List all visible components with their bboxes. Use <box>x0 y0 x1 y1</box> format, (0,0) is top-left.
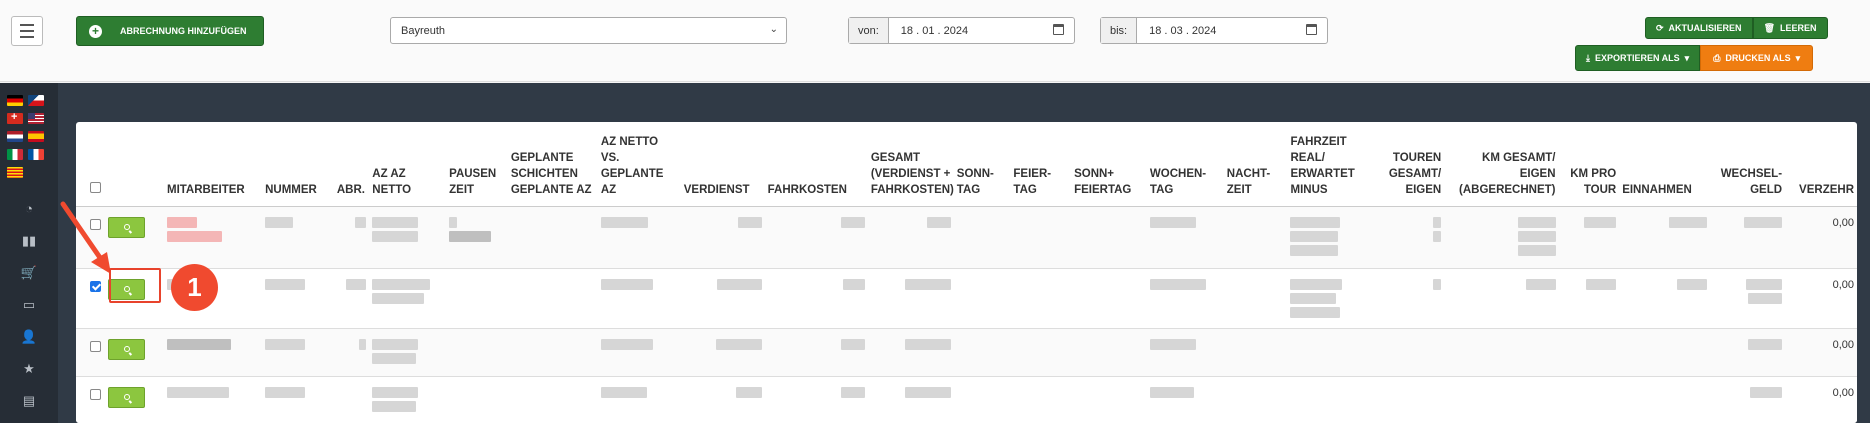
calendar-icon[interactable] <box>1306 24 1317 35</box>
monitor-icon[interactable]: ▭ <box>23 295 35 314</box>
archive-icon[interactable]: ▤ <box>23 391 35 410</box>
billing-table: MITARBEITER NUMMER ABR. AZ AZ NETTO PAUS… <box>76 122 1857 423</box>
col-fahrkosten[interactable]: FAHRKOSTEN <box>764 122 868 207</box>
add-user-icon[interactable]: 👤 <box>21 327 37 346</box>
location-select-value: Bayreuth <box>401 25 446 37</box>
add-billing-button[interactable]: + ABRECHNUNG HINZUFÜGEN <box>76 16 264 46</box>
language-flags <box>7 95 44 178</box>
search-icon <box>123 346 130 352</box>
export-button[interactable]: ⤓ EXPORTIEREN ALS ▾ <box>1575 45 1701 71</box>
export-button-group: ⤓ EXPORTIEREN ALS ▾ ⎙ DRUCKEN ALS ▾ <box>1575 45 1814 71</box>
col-mitarbeiter[interactable]: MITARBEITER <box>163 122 263 207</box>
clear-button[interactable]: 🗑 LEEREN <box>1752 17 1828 39</box>
sidebar-nav: ◔ ▮▮ 🛒 ▭ 👤 ★ ▤ <box>0 199 58 410</box>
from-date-value: 18 . 01 . 2024 <box>900 25 969 37</box>
refresh-button[interactable]: ⟳ AKTUALISIEREN <box>1645 17 1753 39</box>
annotation-highlight-box <box>109 268 161 303</box>
view-details-button[interactable] <box>108 338 146 360</box>
col-sonntag[interactable]: SONN- TAG <box>953 122 1011 207</box>
row-checkbox[interactable] <box>90 340 101 352</box>
table-row[interactable]: 0,00 <box>76 328 1857 377</box>
caret-down-icon: ▾ <box>1684 52 1690 63</box>
flag-us-icon[interactable] <box>28 113 44 124</box>
table-header-row: MITARBEITER NUMMER ABR. AZ AZ NETTO PAUS… <box>76 122 1857 207</box>
col-pausen[interactable]: PAUSEN ZEIT <box>446 122 508 207</box>
plus-icon: + <box>89 24 102 38</box>
trash-icon: 🗑 <box>1763 22 1775 33</box>
row-checkbox[interactable] <box>90 280 101 292</box>
calendar-icon[interactable] <box>1053 24 1064 35</box>
col-km-pro-tour[interactable]: KM PRO TOUR <box>1558 122 1620 207</box>
add-billing-label: ABRECHNUNG HINZUFÜGEN <box>120 26 247 36</box>
table-row[interactable]: 0,00 <box>76 376 1857 423</box>
to-date-input[interactable]: 18 . 03 . 2024 <box>1137 18 1327 43</box>
export-label: EXPORTIEREN ALS <box>1594 53 1680 63</box>
col-verdienst[interactable]: VERDIENST <box>680 122 765 207</box>
col-km-gesamt[interactable]: KM GESAMT/ EIGEN (ABGERECHNET) <box>1444 122 1559 207</box>
col-sonnfeier[interactable]: SONN+ FEIERTAG <box>1071 122 1147 207</box>
table-row[interactable]: 0,00 <box>76 268 1857 329</box>
clear-label: LEEREN <box>1780 23 1817 33</box>
annotation-step-badge: 1 <box>171 264 218 311</box>
verzehr-value: 0,00 <box>1785 328 1857 377</box>
from-date-label: von: <box>849 18 889 43</box>
col-abr[interactable]: ABR. <box>333 122 370 207</box>
to-date-label: bis: <box>1101 18 1138 43</box>
star-icon[interactable]: ★ <box>23 359 35 378</box>
verzehr-value: 0,00 <box>1785 268 1857 329</box>
hamburger-icon <box>20 24 34 26</box>
menu-toggle-button[interactable] <box>11 16 43 46</box>
col-nachtzeit[interactable]: NACHT- ZEIT <box>1223 122 1288 207</box>
row-checkbox[interactable] <box>90 388 101 400</box>
flag-cz-icon[interactable] <box>28 95 44 106</box>
flag-es-icon[interactable] <box>28 131 44 142</box>
billing-table-panel: MITARBEITER NUMMER ABR. AZ AZ NETTO PAUS… <box>76 122 1857 423</box>
table-row[interactable]: 0,00 <box>76 206 1857 269</box>
col-nummer[interactable]: NUMMER <box>262 122 334 207</box>
verzehr-value: 0,00 <box>1785 376 1857 423</box>
chevron-down-icon: ⌄ <box>769 24 778 35</box>
col-feiertag[interactable]: FEIER- TAG <box>1010 122 1072 207</box>
col-einnahmen[interactable]: EINNAHMEN <box>1619 122 1711 207</box>
from-date-group: von: 18 . 01 . 2024 <box>848 17 1075 44</box>
to-date-value: 18 . 03 . 2024 <box>1149 25 1217 37</box>
flag-it-icon[interactable] <box>7 149 23 160</box>
search-icon <box>123 224 130 230</box>
col-wechselgeld[interactable]: WECHSEL- GELD <box>1710 122 1786 207</box>
printer-icon: ⎙ <box>1713 52 1721 63</box>
print-label: DRUCKEN ALS <box>1725 53 1791 63</box>
flag-fr-icon[interactable] <box>28 149 44 160</box>
verzehr-value: 0,00 <box>1785 206 1857 269</box>
search-icon <box>123 394 130 400</box>
col-gesamt[interactable]: GESAMT (VERDIENST + FAHRKOSTEN) <box>867 122 954 207</box>
annotation-arrow-icon <box>60 201 111 274</box>
flag-ch-icon[interactable] <box>7 111 23 124</box>
print-button[interactable]: ⎙ DRUCKEN ALS ▾ <box>1700 45 1814 71</box>
col-verzehr[interactable]: VERZEHR <box>1785 122 1857 207</box>
location-select[interactable]: Bayreuth ⌄ <box>390 17 787 44</box>
select-all-checkbox[interactable] <box>90 181 101 193</box>
from-date-input[interactable]: 18 . 01 . 2024 <box>889 18 1074 43</box>
col-wochentag[interactable]: WOCHEN- TAG <box>1146 122 1224 207</box>
caret-down-icon: ▾ <box>1795 52 1801 63</box>
col-fahrzeit[interactable]: FAHRZEIT REAL/ ERWARTET MINUS <box>1287 122 1375 207</box>
refresh-icon: ⟳ <box>1656 22 1664 33</box>
view-details-button[interactable] <box>108 386 146 408</box>
flag-de-icon[interactable] <box>7 95 23 106</box>
to-date-group: bis: 18 . 03 . 2024 <box>1100 17 1328 44</box>
col-touren[interactable]: TOUREN GESAMT/ EIGEN <box>1374 122 1445 207</box>
col-az-netto[interactable]: AZ AZ NETTO <box>369 122 447 207</box>
chart-icon[interactable]: ▮▮ <box>22 231 36 250</box>
cart-icon[interactable]: 🛒 <box>21 263 37 282</box>
download-icon: ⤓ <box>1586 52 1590 63</box>
top-bar: + ABRECHNUNG HINZUFÜGEN Bayreuth ⌄ von: … <box>0 0 1870 82</box>
col-geplante[interactable]: GEPLANTE SCHICHTEN GEPLANTE AZ <box>507 122 598 207</box>
refresh-button-group: ⟳ AKTUALISIEREN 🗑 LEEREN <box>1645 17 1828 39</box>
flag-cat-icon[interactable] <box>7 167 23 178</box>
dashboard-icon[interactable]: ◔ <box>25 199 33 218</box>
flag-nl-icon[interactable] <box>7 131 23 142</box>
refresh-label: AKTUALISIEREN <box>1668 23 1742 33</box>
col-az-vs[interactable]: AZ NETTO VS. GEPLANTE AZ <box>597 122 681 207</box>
